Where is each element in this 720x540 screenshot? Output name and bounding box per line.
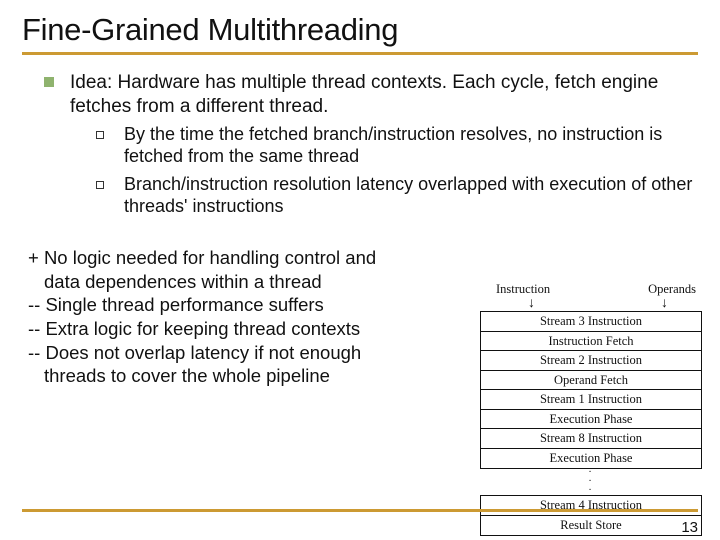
- stage-stream1: Stream 1 Instruction: [480, 389, 702, 410]
- pros-cons-block: + No logic needed for handling control a…: [22, 246, 480, 388]
- pro-line-1b: data dependences within a thread: [28, 270, 480, 294]
- slide: Fine-Grained Multithreading Idea: Hardwa…: [0, 0, 720, 540]
- footer-rule: [22, 509, 698, 512]
- arrow-down-icon: ↓: [528, 299, 535, 309]
- diagram-top-labels: Instruction Operands: [480, 282, 702, 297]
- con-line-1: -- Single thread performance suffers: [28, 293, 480, 317]
- diagram-arrows: ↓ ↓: [480, 299, 702, 309]
- stage-opfetch: Operand Fetch: [480, 370, 702, 391]
- stage-stream8: Stream 8 Instruction: [480, 428, 702, 449]
- stage-exec2: Execution Phase: [480, 448, 702, 469]
- sub-bullet-2: Branch/instruction resolution latency ov…: [94, 174, 698, 218]
- pro-line-1a: + No logic needed for handling control a…: [28, 246, 480, 270]
- ellipsis-icon: ···: [480, 467, 702, 495]
- bullet-list-level1: Idea: Hardware has multiple thread conte…: [22, 71, 698, 218]
- stage-stream3: Stream 3 Instruction: [480, 311, 702, 332]
- arrow-down-icon: ↓: [661, 299, 668, 309]
- stage-ifetch: Instruction Fetch: [480, 331, 702, 352]
- slide-title: Fine-Grained Multithreading: [22, 12, 698, 48]
- stage-stream2: Stream 2 Instruction: [480, 350, 702, 371]
- label-operands: Operands: [648, 282, 696, 297]
- sub-bullet-1: By the time the fetched branch/instructi…: [94, 124, 698, 168]
- con-line-3b: threads to cover the whole pipeline: [28, 364, 480, 388]
- pipeline-diagram: Instruction Operands ↓ ↓ Stream 3 Instru…: [480, 282, 702, 534]
- stage-exec1: Execution Phase: [480, 409, 702, 430]
- stage-stream4: Stream 4 Instruction: [480, 495, 702, 516]
- con-line-3a: -- Does not overlap latency if not enoug…: [28, 341, 480, 365]
- label-instruction: Instruction: [496, 282, 550, 297]
- title-rule: [22, 52, 698, 55]
- bullet-list-level2: By the time the fetched branch/instructi…: [70, 124, 698, 218]
- idea-bullet: Idea: Hardware has multiple thread conte…: [44, 71, 698, 218]
- con-line-2: -- Extra logic for keeping thread contex…: [28, 317, 480, 341]
- idea-text: Idea: Hardware has multiple thread conte…: [70, 72, 658, 117]
- stage-result: Result Store: [480, 515, 702, 536]
- page-number: 13: [681, 519, 698, 536]
